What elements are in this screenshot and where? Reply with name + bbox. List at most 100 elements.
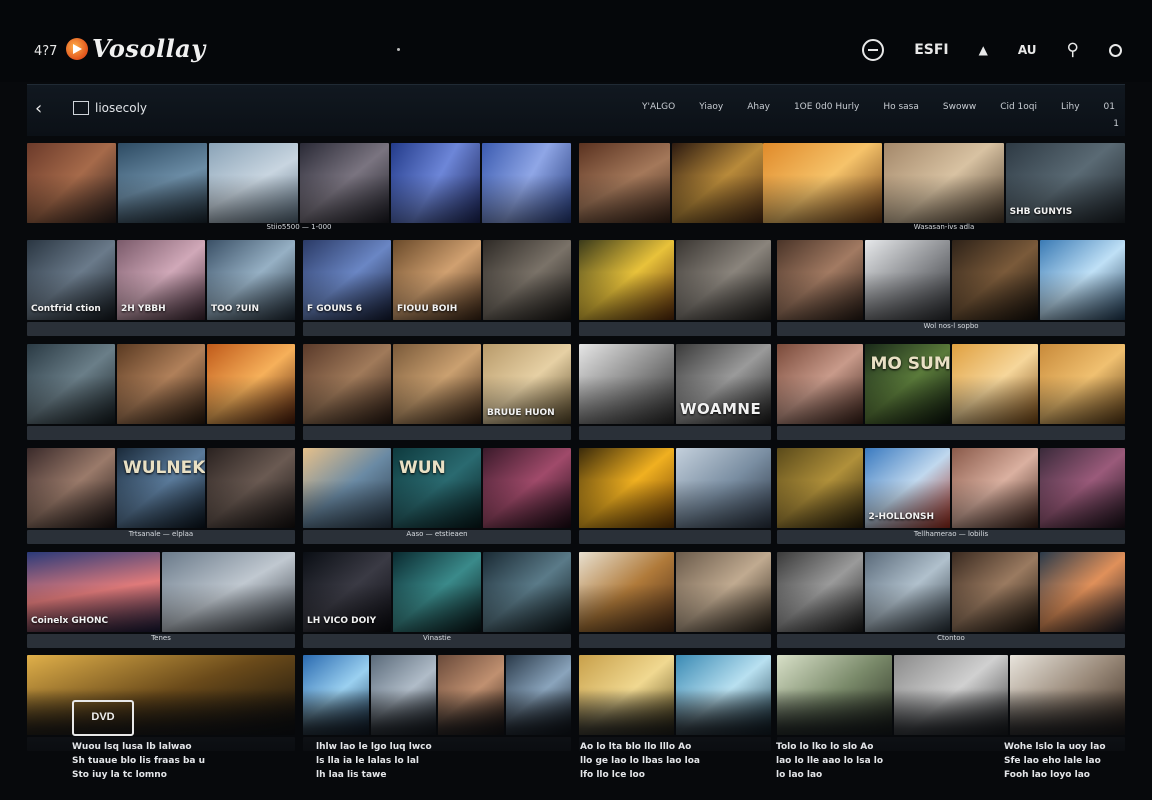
media-thumbnail[interactable] [579, 240, 674, 320]
media-group[interactable]: SHB GUNYIS Wasasan-ivs adla [763, 143, 1125, 243]
media-thumbnail[interactable] [303, 448, 391, 528]
media-thumbnail[interactable]: LH VICO DOIY [303, 552, 391, 632]
tile-strip: LH VICO DOIY [303, 552, 571, 632]
media-thumbnail[interactable] [579, 448, 674, 528]
nav-link[interactable]: Ho sasa [883, 102, 919, 112]
media-group[interactable] [579, 448, 771, 548]
media-group[interactable]: F GOUNS 6 FIOUU BOIH [303, 240, 571, 340]
media-group[interactable]: 2-HOLLONSH Tellhamerao — lobilis [777, 448, 1125, 548]
media-thumbnail[interactable] [952, 344, 1038, 424]
media-thumbnail[interactable] [579, 344, 674, 424]
caption-bar [303, 426, 571, 440]
media-thumbnail[interactable] [162, 552, 295, 632]
top-label-2[interactable]: AU [1018, 36, 1037, 64]
media-thumbnail[interactable]: 2H YBBH [117, 240, 205, 320]
media-thumbnail[interactable] [391, 143, 480, 223]
nav-link[interactable]: Lihy [1061, 102, 1080, 112]
media-thumbnail[interactable]: BRUUE HUON [483, 344, 571, 424]
media-thumbnail[interactable]: FIOUU BOIH [393, 240, 481, 320]
media-thumbnail[interactable]: SHB GUNYIS [1005, 143, 1125, 223]
media-thumbnail[interactable] [483, 448, 571, 528]
media-thumbnail[interactable] [1039, 240, 1125, 320]
media-thumbnail[interactable] [952, 240, 1038, 320]
media-thumbnail[interactable]: F GOUNS 6 [303, 240, 391, 320]
media-group[interactable] [579, 240, 771, 340]
media-thumbnail[interactable] [393, 552, 481, 632]
media-thumbnail[interactable]: MO SUME OPATA [864, 344, 950, 424]
media-group[interactable]: MO SUME OPATA [777, 344, 1125, 444]
media-group[interactable]: Coinelx GHONC Tenes [27, 552, 295, 652]
media-group[interactable] [579, 552, 771, 652]
media-thumbnail[interactable]: 2-HOLLONSH [864, 448, 950, 528]
nav-link[interactable]: Yiaoy [699, 102, 723, 112]
media-thumbnail[interactable] [579, 552, 674, 632]
media-thumbnail[interactable] [763, 143, 883, 223]
media-thumbnail[interactable] [884, 143, 1004, 223]
media-group[interactable]: WUN Aaso — etstieaen [303, 448, 571, 548]
upload-icon[interactable]: ▲ [979, 36, 988, 64]
nav-link[interactable]: 1OE 0d0 Hurly [794, 102, 859, 112]
app-logo[interactable]: Vosollay [66, 34, 206, 63]
media-thumbnail[interactable] [1039, 344, 1125, 424]
media-thumbnail[interactable] [777, 552, 863, 632]
media-thumbnail[interactable] [209, 143, 298, 223]
media-thumbnail[interactable] [27, 448, 115, 528]
media-thumbnail[interactable] [952, 448, 1038, 528]
nav-links: Y'ALGO Yiaoy Ahay 1OE 0d0 Hurly Ho sasa … [642, 102, 1115, 112]
media-thumbnail[interactable] [207, 344, 295, 424]
media-thumbnail[interactable] [483, 552, 571, 632]
minus-circle-icon[interactable] [862, 39, 885, 61]
media-thumbnail[interactable] [777, 344, 863, 424]
media-thumbnail[interactable] [483, 240, 571, 320]
media-group[interactable]: BRUUE HUON [303, 344, 571, 444]
back-arrow-icon[interactable]: ‹ [35, 99, 55, 119]
media-thumbnail[interactable] [672, 143, 763, 223]
media-thumbnail[interactable] [676, 552, 771, 632]
media-group[interactable]: Stiio5500 — 1-000 [27, 143, 571, 243]
profile-ring-icon[interactable] [1109, 43, 1122, 57]
media-thumbnail[interactable] [482, 143, 571, 223]
tile-strip [27, 344, 295, 424]
media-thumbnail[interactable]: Contfrid ction [27, 240, 115, 320]
nav-link[interactable]: Swoww [943, 102, 976, 112]
media-thumbnail[interactable] [952, 552, 1038, 632]
media-thumbnail[interactable] [27, 344, 115, 424]
media-thumbnail[interactable]: WOAMNE [676, 344, 771, 424]
top-label-1[interactable]: ESFI [914, 36, 948, 64]
media-thumbnail[interactable] [117, 344, 205, 424]
media-group[interactable]: WULNEK Trtsanale — elplaa [27, 448, 295, 548]
media-thumbnail[interactable] [777, 448, 863, 528]
media-thumbnail[interactable]: WULNEK [117, 448, 205, 528]
media-thumbnail[interactable] [676, 448, 771, 528]
media-thumbnail[interactable] [27, 143, 116, 223]
media-thumbnail[interactable] [864, 552, 950, 632]
media-thumbnail[interactable] [676, 240, 771, 320]
media-thumbnail[interactable] [393, 344, 481, 424]
media-thumbnail[interactable] [207, 448, 295, 528]
media-thumbnail[interactable] [303, 344, 391, 424]
media-group[interactable]: LH VICO DOIY Vinastie [303, 552, 571, 652]
media-thumbnail[interactable] [1039, 552, 1125, 632]
key-icon[interactable]: ⚲ [1067, 36, 1079, 64]
nav-link[interactable]: Y'ALGO [642, 102, 675, 112]
media-group[interactable]: Ctontoo [777, 552, 1125, 652]
media-group[interactable]: WOAMNE [579, 344, 771, 444]
description-line: Wuou lsq lusa lb lalwao [72, 742, 192, 752]
media-group[interactable]: Contfrid ction 2H YBBH TOO ?UIN [27, 240, 295, 340]
media-thumbnail[interactable] [579, 143, 670, 223]
media-thumbnail[interactable]: TOO ?UIN [207, 240, 295, 320]
media-thumbnail[interactable]: WUN [393, 448, 481, 528]
nav-link[interactable]: Ahay [747, 102, 770, 112]
media-thumbnail[interactable] [777, 240, 863, 320]
nav-link[interactable]: 01 [1104, 102, 1115, 112]
media-group[interactable] [579, 143, 763, 243]
media-thumbnail[interactable] [1039, 448, 1125, 528]
media-thumbnail[interactable] [864, 240, 950, 320]
media-thumbnail[interactable] [118, 143, 207, 223]
media-thumbnail[interactable] [300, 143, 389, 223]
media-thumbnail[interactable]: Coinelx GHONC [27, 552, 160, 632]
media-group[interactable]: Wol nos-l sopbo [777, 240, 1125, 340]
nav-title[interactable]: liosecoly [73, 101, 147, 115]
nav-link[interactable]: Cid 1oqi [1000, 102, 1037, 112]
media-group[interactable] [27, 344, 295, 444]
